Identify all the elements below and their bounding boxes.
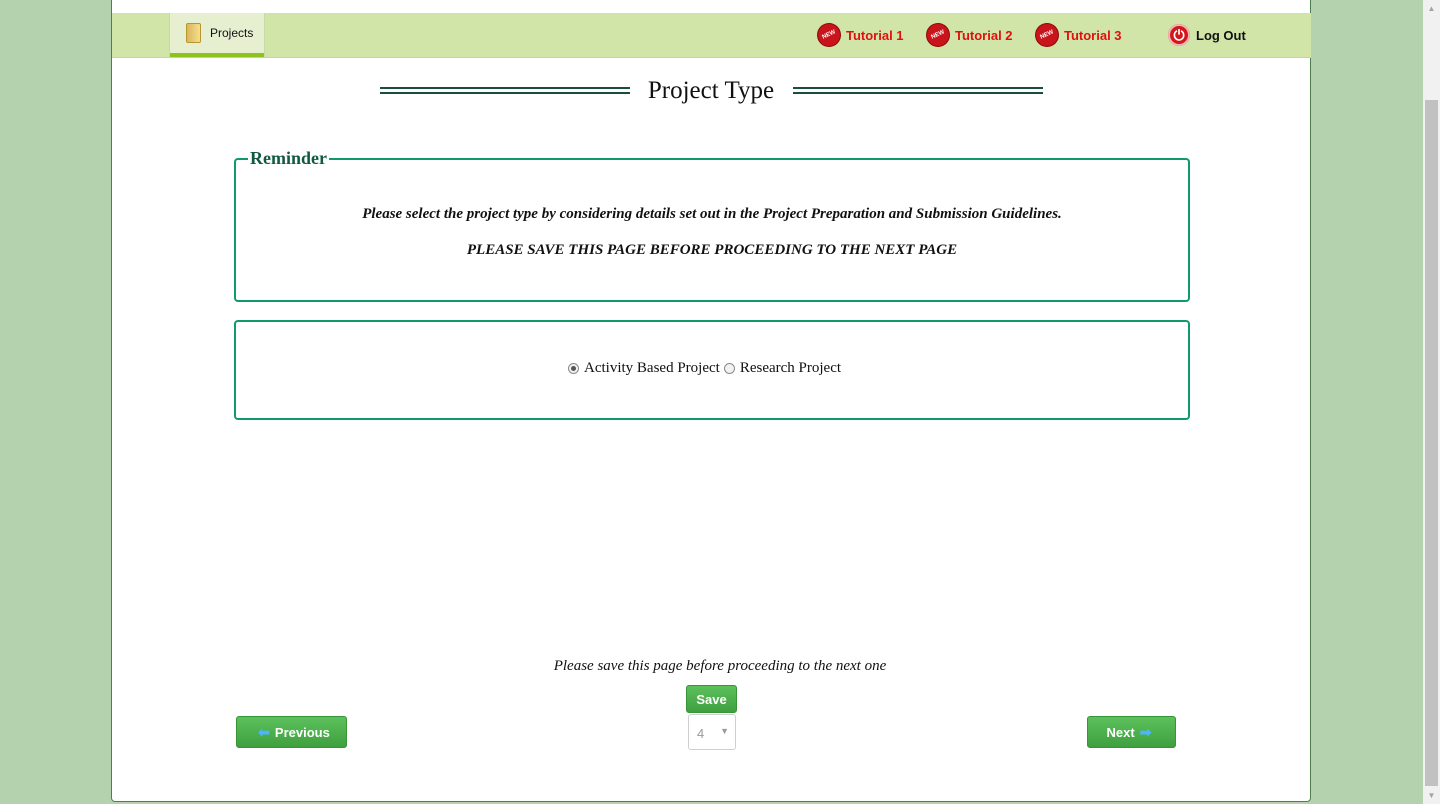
reminder-guidelines-text: Please select the project type by consid… [362, 206, 1062, 222]
new-badge-icon: NEW [1032, 20, 1062, 50]
reminder-save-warning: PLEASE SAVE THIS PAGE BEFORE PROCEEDING … [466, 242, 958, 258]
new-badge-icon: NEW [923, 20, 953, 50]
arrow-left-icon: ⬅ [258, 723, 270, 740]
project-type-radio-group: Activity Based Project Research Project [568, 360, 845, 377]
vertical-scrollbar[interactable]: ▲ ▼ [1423, 0, 1440, 804]
scroll-up-icon[interactable]: ▲ [1423, 0, 1440, 17]
arrow-right-icon: ➡ [1139, 723, 1152, 740]
radio-research-label[interactable]: Research Project [740, 360, 841, 377]
page-number-select[interactable]: 4 ▼ [688, 714, 736, 750]
next-button[interactable]: Next ➡ [1087, 716, 1176, 748]
page-number-value: 4 [697, 726, 705, 741]
title-rule-left [380, 87, 630, 94]
power-icon: ⏻ [1168, 24, 1190, 46]
tutorial-3-label: Tutorial 3 [1064, 27, 1122, 43]
tab-projects[interactable]: Projects [169, 13, 265, 57]
logout-label: Log Out [1196, 27, 1246, 43]
tutorial-2-label: Tutorial 2 [955, 27, 1013, 43]
project-type-panel: Activity Based Project Research Project [234, 320, 1190, 420]
radio-research-project[interactable] [723, 363, 735, 374]
tab-projects-label: Projects [210, 26, 254, 40]
save-button-label: Save [696, 691, 727, 707]
radio-activity-based-label[interactable]: Activity Based Project [584, 360, 720, 377]
folder-icon [186, 23, 201, 43]
previous-button[interactable]: ⬅ Previous [236, 716, 347, 748]
tutorial-1-label: Tutorial 1 [846, 27, 904, 43]
scroll-thumb[interactable] [1425, 100, 1438, 786]
new-badge-icon: NEW [814, 20, 844, 50]
tutorial-2-link[interactable]: NEW Tutorial 2 [923, 20, 1013, 50]
chevron-down-icon: ▼ [720, 726, 729, 736]
previous-button-label: Previous [274, 724, 330, 740]
next-button-label: Next [1106, 724, 1135, 740]
reminder-panel: Reminder Please select the project type … [234, 148, 1190, 302]
save-button[interactable]: Save [686, 685, 737, 713]
scroll-down-icon[interactable]: ▼ [1423, 787, 1440, 804]
tutorial-3-link[interactable]: NEW Tutorial 3 [1032, 20, 1122, 50]
save-note: Please save this page before proceeding … [553, 658, 887, 674]
top-navbar: Projects NEW Tutorial 1 NEW Tutorial 2 N… [112, 13, 1311, 58]
radio-activity-based-project[interactable] [568, 363, 579, 374]
tutorial-1-link[interactable]: NEW Tutorial 1 [814, 20, 904, 50]
page-title: Project Type [647, 77, 775, 104]
logout-link[interactable]: ⏻ Log Out [1168, 23, 1246, 47]
title-rule-right [793, 87, 1043, 94]
reminder-legend: Reminder [248, 148, 329, 169]
tab-active-indicator [170, 53, 264, 57]
